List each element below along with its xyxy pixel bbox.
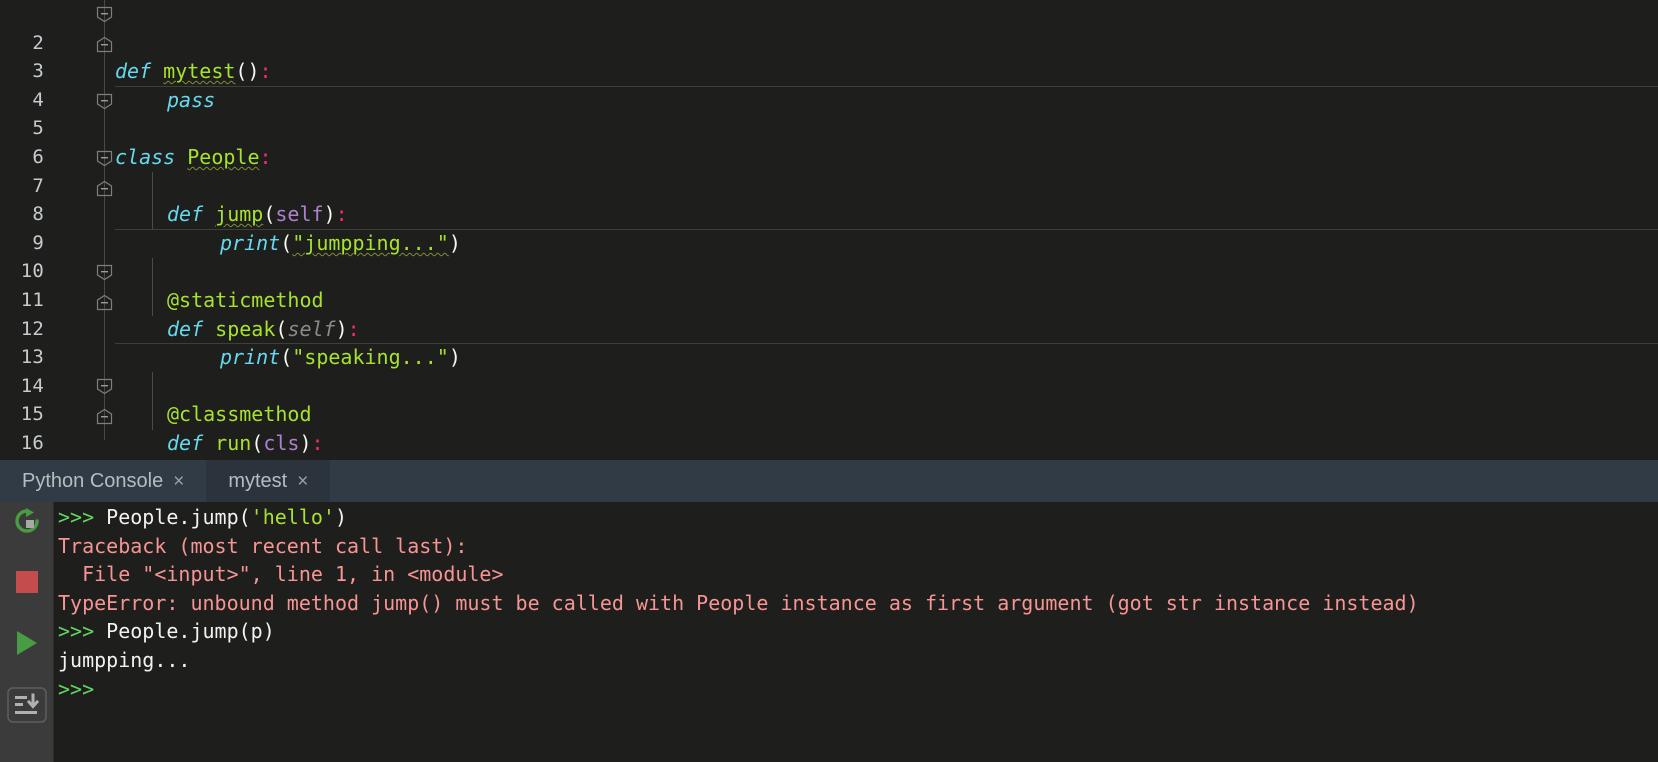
editor-line[interactable]: 11 def speak(self):: [0, 257, 1658, 341]
token-param-cls: cls: [263, 430, 300, 455]
rerun-icon: [12, 506, 42, 540]
console-input-line[interactable]: >>>: [53, 675, 1658, 704]
console-string-literal: 'hello': [250, 505, 335, 529]
console-error-line: TypeError: unbound method jump() must be…: [58, 590, 1419, 615]
prompt-marker: >>>: [58, 676, 107, 701]
prompt-marker: >>>: [58, 505, 107, 529]
stop-button[interactable]: [0, 565, 53, 603]
token-function-name: run: [215, 430, 252, 455]
code-editor[interactable]: 2 def mytest(): 3 pass 4 5 class People:…: [0, 0, 1658, 460]
console-toolbar: [0, 502, 54, 762]
execute-button[interactable]: [0, 626, 53, 664]
console-stdout-line: jumpping...: [58, 647, 191, 672]
console-code-tail: ): [334, 505, 348, 529]
tab-python-console[interactable]: Python Console ×: [0, 460, 206, 502]
editor-line[interactable]: 13: [0, 315, 1658, 368]
editor-line[interactable]: 5 class People:: [0, 86, 1658, 169]
rerun-button[interactable]: [0, 504, 53, 542]
console-input-line: >>> People.jump(p): [53, 617, 1658, 646]
tab-label: mytest: [228, 469, 288, 492]
token-rparen: ): [299, 430, 312, 455]
console-tab-bar: Python Console × mytest ×: [0, 460, 1658, 502]
editor-line[interactable]: 8 print("jumpping..."): [0, 172, 1658, 255]
close-icon[interactable]: ×: [173, 472, 184, 491]
token-keyword-def: def: [167, 430, 204, 455]
token-lparen: (: [251, 430, 264, 455]
editor-line[interactable]: 3 pass: [0, 29, 1658, 112]
editor-line[interactable]: 4: [0, 57, 1658, 111]
console-input-line: >>> People.jump('hello'): [53, 503, 1658, 532]
editor-line[interactable]: 15 def run(cls):: [0, 372, 1658, 455]
prompt-marker: >>>: [58, 619, 107, 644]
editor-line[interactable]: 2 def mytest():: [0, 0, 1658, 84]
editor-line[interactable]: 12 print("speaking..."): [0, 286, 1658, 370]
scroll-to-end-button[interactable]: [0, 687, 53, 727]
editor-line[interactable]: 9: [0, 200, 1658, 254]
console-output[interactable]: >>> People.jump('hello') Traceback (most…: [53, 502, 1658, 762]
console-error-line: File "<input>", line 1, in <module>: [58, 562, 504, 587]
editor-line[interactable]: 14 @classmethod: [0, 343, 1658, 427]
editor-line[interactable]: 10 @staticmethod: [0, 229, 1658, 312]
close-icon[interactable]: ×: [297, 472, 308, 491]
tab-label: Python Console: [22, 469, 164, 492]
console-code: People.jump(p): [106, 619, 275, 644]
console-code: People.jump(: [106, 505, 251, 529]
editor-line[interactable]: 7 def jump(self):: [0, 143, 1658, 227]
stop-icon: [15, 571, 38, 597]
scroll-to-end-icon: [6, 687, 47, 727]
tab-mytest[interactable]: mytest ×: [206, 460, 331, 502]
line-code: def run(cls):: [167, 429, 324, 458]
editor-line[interactable]: 16 print("running..."): [0, 400, 1658, 460]
console-error-line: Traceback (most recent call last):: [58, 533, 468, 558]
token-colon: :: [311, 430, 324, 455]
python-console-panel: Python Console × mytest × >>> People.jum…: [0, 460, 1658, 762]
play-icon: [15, 630, 39, 660]
editor-line[interactable]: 6: [0, 114, 1658, 168]
tab-bar-filler: [330, 460, 1658, 502]
line-number: 16: [20, 431, 44, 454]
console-body[interactable]: >>> People.jump('hello') Traceback (most…: [0, 502, 1658, 762]
